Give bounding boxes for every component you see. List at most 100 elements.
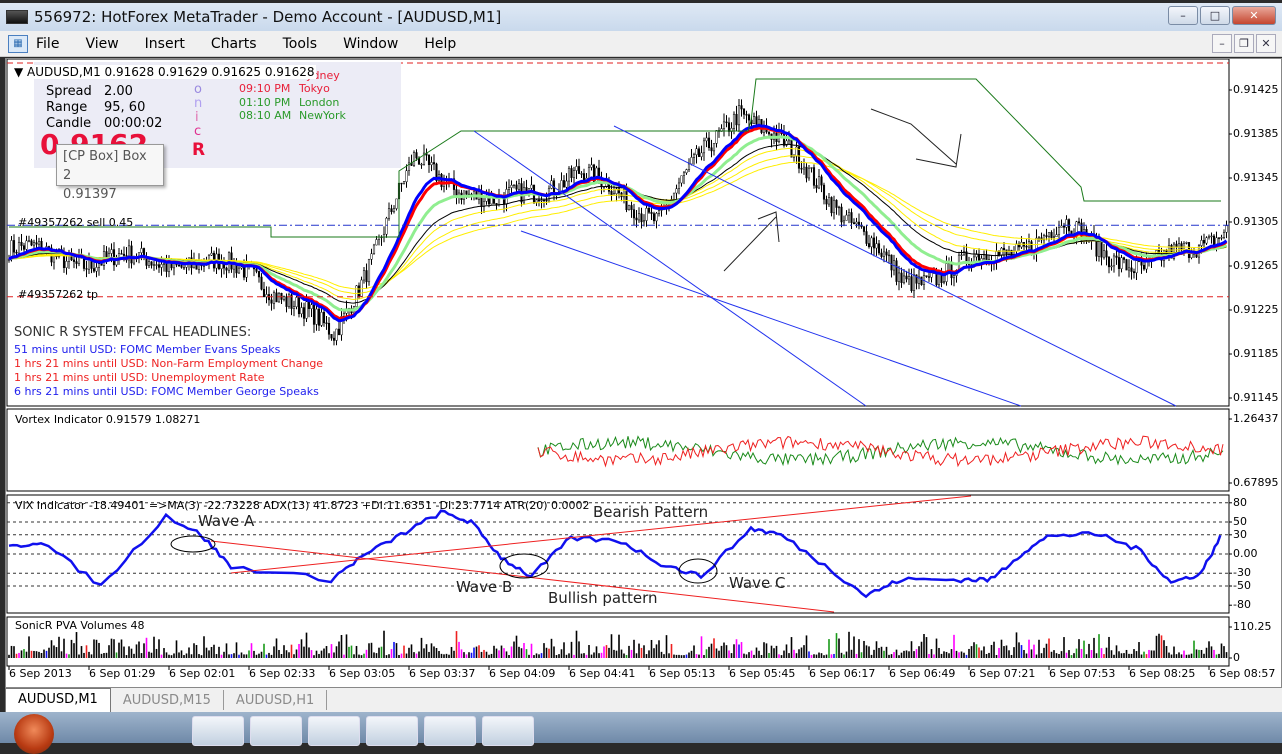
close-button[interactable]: ✕ bbox=[1232, 6, 1276, 25]
volume-bar bbox=[383, 630, 385, 658]
maximize-button[interactable]: □ bbox=[1200, 6, 1230, 25]
volume-bar bbox=[915, 649, 918, 658]
candle bbox=[282, 296, 286, 300]
taskbar-app[interactable] bbox=[192, 716, 244, 746]
volume-bar bbox=[303, 646, 305, 658]
volume-bar bbox=[715, 648, 718, 658]
tab-audusd-h1[interactable]: AUDUSD,H1 bbox=[224, 690, 328, 710]
candle bbox=[75, 261, 78, 264]
volume-bar bbox=[433, 646, 435, 658]
volume-bar bbox=[780, 655, 783, 658]
volume-bar bbox=[770, 645, 773, 658]
candle bbox=[982, 254, 986, 259]
tab-audusd-m15[interactable]: AUDUSD,M15 bbox=[111, 690, 224, 710]
volume-bar bbox=[1075, 648, 1078, 658]
volume-bar bbox=[220, 654, 223, 658]
start-button[interactable] bbox=[14, 714, 54, 754]
volume-bar bbox=[248, 650, 250, 658]
volume-bar bbox=[338, 641, 340, 658]
volume-bar bbox=[998, 647, 1000, 658]
candle bbox=[907, 276, 911, 280]
candle bbox=[880, 252, 883, 257]
candle bbox=[797, 146, 801, 169]
volume-bar bbox=[1148, 649, 1150, 658]
tab-audusd-m1[interactable]: AUDUSD,M1 bbox=[5, 688, 111, 712]
volume-bar bbox=[155, 648, 158, 658]
vix-tick-label: 80 bbox=[1233, 495, 1247, 509]
volume-bar bbox=[20, 650, 23, 658]
price-tick-label: 0.91425 bbox=[1233, 83, 1279, 96]
volume-bar bbox=[130, 648, 133, 658]
vix-title: VIX Indicator -18.49401 =>MA(3) -22.7322… bbox=[15, 499, 590, 512]
volume-bar bbox=[1195, 649, 1198, 658]
sell-order-label[interactable]: #49357262 sell 0.45 bbox=[18, 216, 133, 229]
volume-bar bbox=[925, 637, 928, 658]
minimize-button[interactable]: – bbox=[1168, 6, 1198, 25]
menu-tools[interactable]: Tools bbox=[283, 36, 318, 52]
volume-bar bbox=[48, 647, 50, 658]
volume-bar bbox=[1088, 643, 1090, 658]
ohlc-text: AUDUSD,M1 0.91628 0.91629 0.91625 0.9162… bbox=[27, 65, 315, 79]
candle bbox=[375, 239, 378, 246]
menu-view[interactable]: View bbox=[85, 36, 118, 52]
volume-bar bbox=[1113, 654, 1115, 658]
mdi-close-button[interactable]: ✕ bbox=[1256, 34, 1276, 53]
volume-bar bbox=[195, 645, 198, 658]
annotation-wave-c: Wave C bbox=[729, 574, 786, 592]
volume-bar bbox=[1055, 653, 1058, 658]
volume-bar bbox=[440, 653, 443, 658]
taskbar-app[interactable] bbox=[424, 716, 476, 746]
session-time: 09:10 PM bbox=[239, 82, 291, 95]
taskbar-app[interactable] bbox=[250, 716, 302, 746]
volume-bar bbox=[983, 646, 985, 658]
time-tick-label: 6 Sep 05:13 bbox=[649, 667, 716, 680]
volume-bar bbox=[270, 654, 273, 658]
volume-bar bbox=[1145, 654, 1148, 658]
taskbar-app[interactable] bbox=[366, 716, 418, 746]
volume-bar bbox=[395, 643, 398, 658]
volume-bar bbox=[103, 653, 105, 658]
candle bbox=[542, 199, 546, 202]
chart-window-icon[interactable]: ▦ bbox=[8, 34, 28, 53]
volume-bar bbox=[18, 652, 20, 658]
collapse-arrow-icon[interactable]: ▼ bbox=[14, 65, 27, 79]
candle bbox=[642, 220, 646, 223]
candle bbox=[870, 237, 873, 248]
volume-bar bbox=[260, 651, 263, 658]
candle bbox=[1115, 255, 1118, 258]
menu-window[interactable]: Window bbox=[343, 36, 398, 52]
mdi-minimize-button[interactable]: – bbox=[1212, 34, 1232, 53]
candle bbox=[997, 251, 1001, 256]
volume-bar bbox=[640, 647, 643, 658]
volume-bar bbox=[940, 653, 943, 658]
menu-file[interactable]: File bbox=[36, 36, 59, 52]
volume-bar bbox=[315, 650, 318, 658]
take-profit-label[interactable]: #49357262 tp bbox=[18, 288, 98, 301]
volume-bar bbox=[500, 645, 503, 658]
taskbar-app[interactable] bbox=[308, 716, 360, 746]
taskbar-app[interactable] bbox=[482, 716, 534, 746]
candle bbox=[12, 240, 16, 253]
candle bbox=[755, 116, 758, 125]
mdi-restore-button[interactable]: ❐ bbox=[1234, 34, 1254, 53]
volume-bar bbox=[235, 642, 238, 658]
menu-charts[interactable]: Charts bbox=[211, 36, 257, 52]
chart-window[interactable]: 0.9162 Spread 2.00 Range 95, 60 Candle 0… bbox=[5, 58, 1282, 688]
candle bbox=[147, 261, 151, 266]
menu-help[interactable]: Help bbox=[424, 36, 456, 52]
menu-insert[interactable]: Insert bbox=[145, 36, 185, 52]
volume-bar bbox=[320, 650, 323, 658]
candle bbox=[1062, 225, 1066, 228]
volume-bar bbox=[810, 654, 813, 658]
volume-bar bbox=[785, 644, 788, 658]
volume-bar bbox=[250, 643, 253, 658]
volume-bar bbox=[238, 654, 240, 658]
volume-bar bbox=[230, 654, 233, 658]
candle bbox=[805, 166, 808, 179]
volume-bar bbox=[700, 636, 703, 658]
taskbar bbox=[0, 712, 1282, 754]
volume-bar bbox=[628, 645, 630, 658]
volume-bar bbox=[455, 631, 458, 658]
volume-bar bbox=[838, 638, 840, 658]
volume-bar bbox=[1070, 655, 1073, 658]
